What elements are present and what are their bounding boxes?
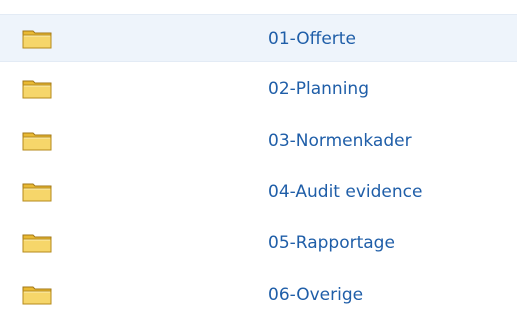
folder-icon [22, 30, 52, 49]
folder-link[interactable]: 03-Normenkader [268, 117, 412, 165]
folder-icon [22, 80, 52, 99]
folder-icon [22, 234, 52, 253]
folder-link[interactable]: 06-Overige [268, 271, 363, 319]
list-item[interactable]: 03-Normenkader [0, 117, 517, 165]
list-item[interactable]: 01-Offerte [0, 14, 517, 62]
list-item[interactable]: 06-Overige [0, 271, 517, 319]
folder-link[interactable]: 01-Offerte [268, 15, 356, 63]
folder-icon [22, 286, 52, 305]
folder-icon [22, 132, 52, 151]
folder-link[interactable]: 02-Planning [268, 65, 369, 113]
list-item[interactable]: 02-Planning [0, 65, 517, 113]
list-item[interactable]: 04-Audit evidence [0, 168, 517, 216]
folder-link[interactable]: 05-Rapportage [268, 219, 395, 267]
list-item[interactable]: 05-Rapportage [0, 219, 517, 267]
folder-icon [22, 183, 52, 202]
document-library-list: 01-Offerte 02-Planning 03-Normenkader 04… [0, 0, 517, 320]
folder-link[interactable]: 04-Audit evidence [268, 168, 422, 216]
